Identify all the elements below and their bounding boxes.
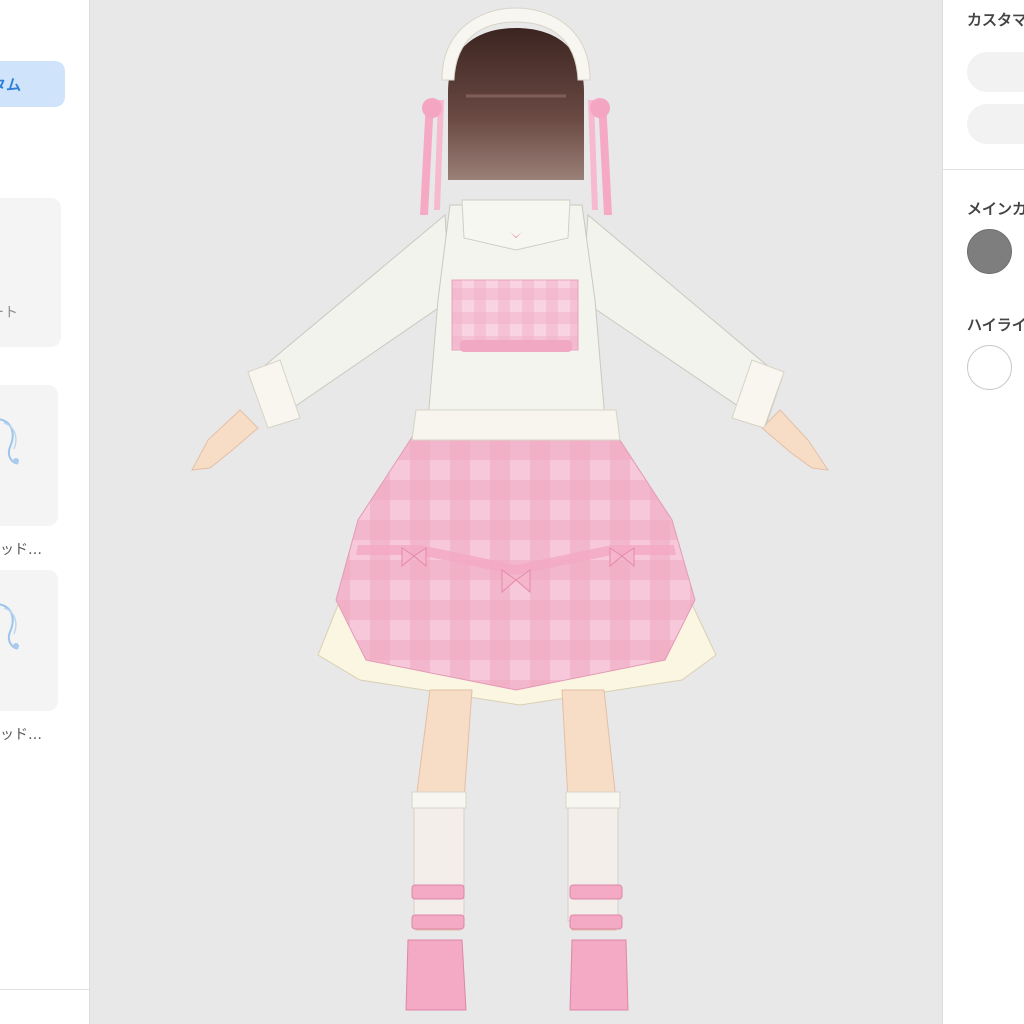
right-hand bbox=[761, 409, 830, 471]
hair-accessory-thumbnail-icon bbox=[0, 603, 19, 650]
item-card-default-label: ート bbox=[0, 305, 18, 321]
highlight-color-swatch[interactable] bbox=[967, 345, 1012, 390]
option-pill-2[interactable] bbox=[967, 104, 1024, 144]
left-hand bbox=[191, 409, 259, 471]
avatar-model bbox=[191, 7, 830, 1011]
divider bbox=[943, 169, 1024, 170]
headdress-rose-right bbox=[590, 98, 610, 118]
avatar-viewport[interactable] bbox=[90, 0, 942, 1024]
right-panel: カスタマ メインカ ハイライ bbox=[942, 0, 1024, 1024]
headdress-rose-left bbox=[422, 98, 442, 118]
skirt bbox=[335, 424, 696, 691]
hair-accessory-thumbnail-icon bbox=[0, 418, 19, 465]
customize-title: カスタマ bbox=[967, 11, 1024, 29]
waist-ribbon bbox=[460, 340, 572, 352]
left-sock-lace bbox=[411, 791, 467, 809]
hair bbox=[448, 28, 584, 180]
item-card-hair-2[interactable] bbox=[0, 570, 58, 711]
skirt-top-frill bbox=[411, 409, 621, 441]
tab-custom[interactable]: タム bbox=[0, 61, 65, 107]
item-card-hair-2-label: ッド… bbox=[0, 727, 42, 743]
option-pill-1[interactable] bbox=[967, 52, 1024, 92]
item-card-default[interactable] bbox=[0, 198, 61, 347]
right-sock bbox=[567, 795, 619, 922]
item-card-hair-1[interactable] bbox=[0, 385, 58, 526]
divider bbox=[0, 989, 89, 990]
corset bbox=[451, 279, 579, 351]
main-color-title: メインカ bbox=[967, 200, 1024, 218]
main-color-swatch[interactable] bbox=[967, 229, 1012, 274]
highlight-title: ハイライ bbox=[967, 316, 1024, 334]
item-card-hair-1-label: ッド… bbox=[0, 542, 42, 558]
right-sock-lace bbox=[565, 791, 621, 809]
left-panel: タム ート ッド… ッド… bbox=[0, 0, 90, 1024]
tab-custom-label: タム bbox=[0, 75, 21, 94]
left-sock bbox=[413, 795, 465, 922]
